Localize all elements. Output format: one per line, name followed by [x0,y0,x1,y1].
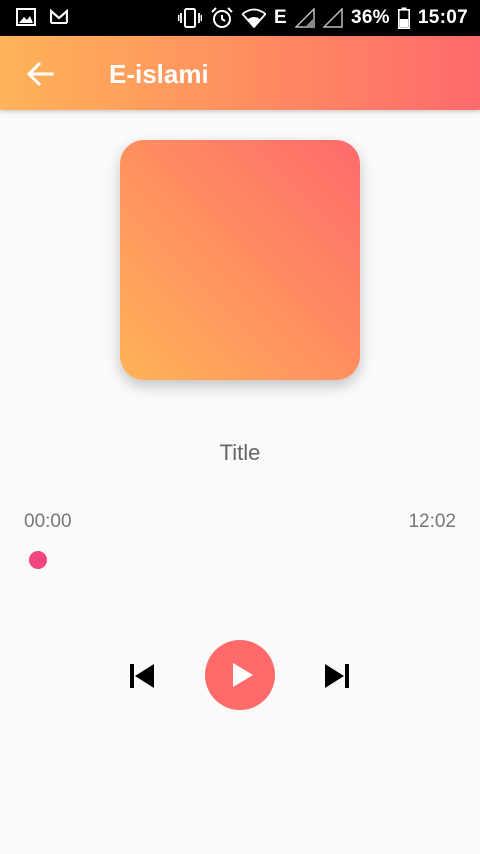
alarm-icon [210,6,234,30]
status-bar-right: E 36% 15:07 [177,6,468,30]
status-bar-left [16,8,68,26]
status-time: 15:07 [417,7,468,28]
network-type-label: E [273,7,287,28]
play-button[interactable] [205,640,275,710]
current-time: 00:00 [24,511,72,532]
signal-icon-secondary [322,8,343,28]
vibrate-icon [177,7,202,29]
app-bar: E-islami [0,36,480,110]
seek-thumb[interactable] [29,551,47,569]
skip-next-icon [319,658,355,694]
seek-bar[interactable] [24,545,456,575]
status-bar: E 36% 15:07 [0,0,480,36]
previous-button[interactable] [124,658,160,694]
skip-previous-icon [124,658,160,694]
album-art [120,140,360,380]
playback-controls [0,640,480,712]
total-time: 12:02 [408,511,456,532]
track-title: Title [219,440,261,465]
battery-percent: 36% [350,7,390,28]
arrow-left-icon [22,56,62,92]
back-button[interactable] [22,56,62,92]
image-icon [16,8,36,26]
seek-track [38,559,456,561]
app-title: E-islami [109,59,209,89]
battery-icon [397,7,410,29]
gmail-icon [50,9,68,25]
signal-icon [294,8,315,28]
next-button[interactable] [319,658,355,694]
wifi-icon [241,8,266,28]
